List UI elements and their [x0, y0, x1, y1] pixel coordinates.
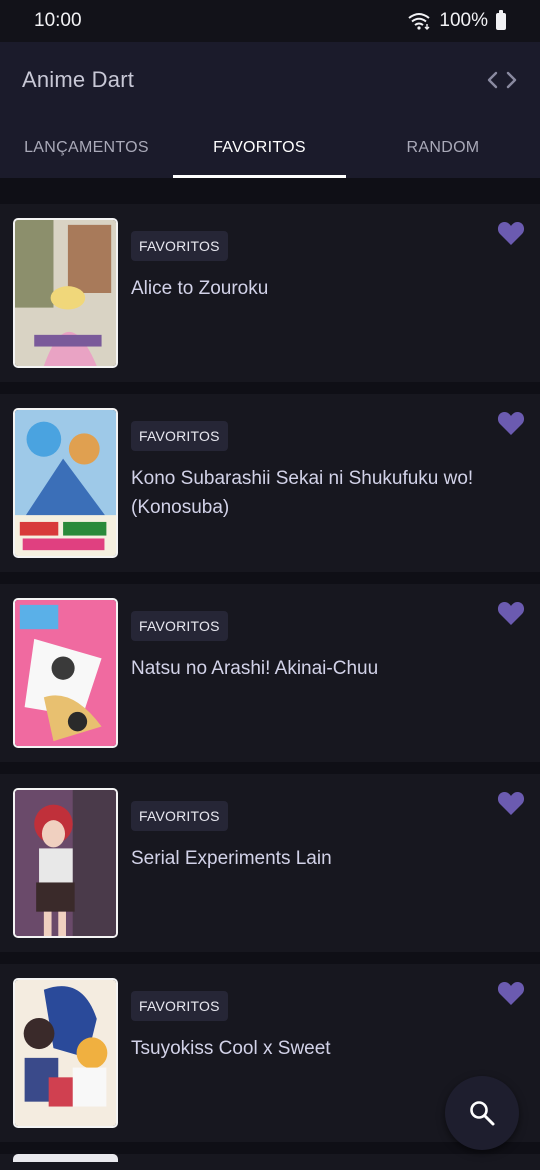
cover-image [13, 408, 118, 558]
anime-title: Alice to Zouroku [131, 278, 269, 299]
cover-image [13, 1154, 118, 1162]
heart-icon[interactable] [497, 410, 525, 436]
anime-title: Natsu no Arashi! Akinai-Chuu [131, 658, 379, 679]
status-icons: 100% [407, 9, 506, 32]
cover-image [13, 218, 118, 368]
search-icon [470, 1101, 495, 1126]
status-time: 10:00 [34, 10, 82, 31]
list-item[interactable] [0, 1154, 540, 1170]
battery-icon [496, 9, 506, 30]
battery-percent: 100% [439, 10, 488, 31]
heart-icon[interactable] [497, 980, 525, 1006]
anime-title: Tsuyokiss Cool x Sweet [131, 1038, 331, 1059]
app-title: Anime Dart [22, 67, 135, 92]
list-item[interactable]: FAVORITOS Kono Subarashii Sekai ni Shuku… [0, 394, 540, 572]
cover-image [13, 788, 118, 938]
category-badge: FAVORITOS [131, 421, 228, 451]
tab-favoritos[interactable]: FAVORITOS [173, 118, 346, 178]
code-icon[interactable] [486, 69, 518, 91]
status-bar: 10:00 100% [0, 0, 540, 42]
list-item[interactable]: FAVORITOS Alice to Zouroku [0, 204, 540, 382]
heart-icon[interactable] [497, 790, 525, 816]
list-item[interactable]: FAVORITOS Natsu no Arashi! Akinai-Chuu [0, 584, 540, 762]
tab-lancamentos[interactable]: LANÇAMENTOS [0, 118, 173, 178]
heart-icon[interactable] [497, 600, 525, 626]
tab-bar: LANÇAMENTOS FAVORITOS RANDOM [0, 118, 540, 178]
wifi-icon [408, 13, 431, 30]
anime-title: Serial Experiments Lain [131, 848, 332, 869]
anime-title: Kono Subarashii Sekai ni Shukufuku wo! (… [131, 468, 474, 518]
app-bar: Anime Dart LANÇAMENTOS FAVORITOS RANDOM [0, 42, 540, 178]
search-button[interactable] [445, 1076, 519, 1150]
category-badge: FAVORITOS [131, 801, 228, 831]
cover-image [13, 978, 118, 1128]
tab-random[interactable]: RANDOM [346, 118, 540, 178]
category-badge: FAVORITOS [131, 611, 228, 641]
cover-image [13, 598, 118, 748]
category-badge: FAVORITOS [131, 231, 228, 261]
category-badge: FAVORITOS [131, 991, 228, 1021]
favorites-list: FAVORITOS Alice to Zouroku FAVORITOS Kon… [0, 204, 540, 1170]
heart-icon[interactable] [497, 220, 525, 246]
list-item[interactable]: FAVORITOS Serial Experiments Lain [0, 774, 540, 952]
